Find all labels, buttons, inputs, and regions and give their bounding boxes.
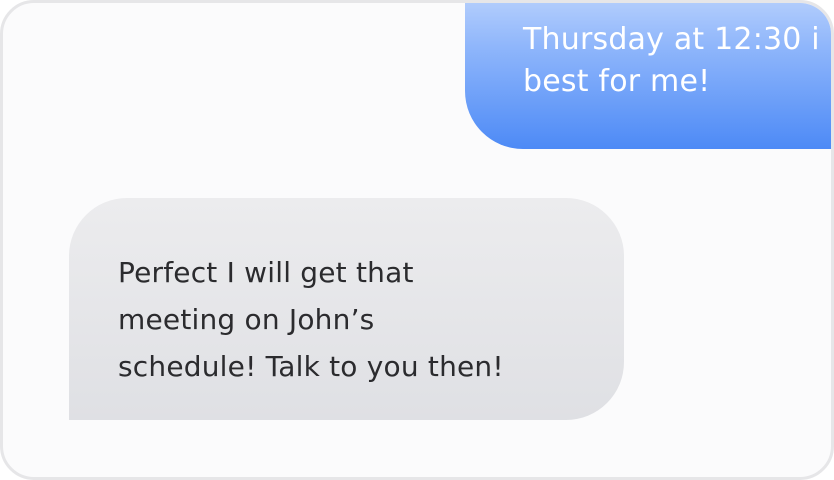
sent-message-line-2: best for me!: [523, 64, 711, 99]
sent-message-line-1: Thursday at 12:30 i: [523, 22, 820, 57]
received-message-line-2: meeting on John’s: [118, 303, 375, 336]
received-message-bubble[interactable]: Perfect I will get that meeting on John’…: [69, 198, 624, 420]
chat-window: Thursday at 12:30 i best for me! Perfect…: [0, 0, 834, 480]
sent-message-bubble[interactable]: Thursday at 12:30 i best for me!: [465, 3, 831, 149]
received-message-line-3: schedule! Talk to you then!: [118, 350, 504, 383]
received-message-line-1: Perfect I will get that: [118, 256, 414, 289]
